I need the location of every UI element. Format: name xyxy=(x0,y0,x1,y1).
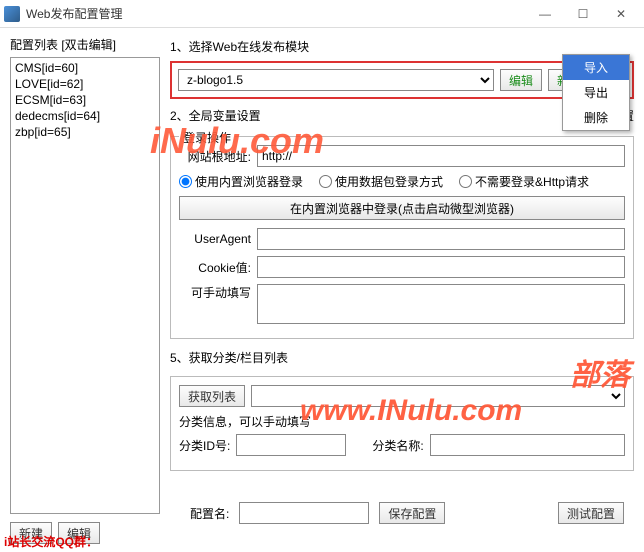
category-hint: 分类信息，可以手动填写 xyxy=(179,413,625,430)
config-name-input[interactable] xyxy=(239,502,369,524)
cookie-input[interactable] xyxy=(257,256,625,278)
login-fieldset: 登录操作 网站根地址: 使用内置浏览器登录 使用数据包登录方式 不需要登录&Ht… xyxy=(170,136,634,339)
url-label: 网站根地址: xyxy=(179,148,251,165)
section2-label: 2、全局变量设置 xyxy=(170,107,261,124)
list-item[interactable]: CMS[id=60] xyxy=(13,60,157,76)
context-menu: 导入 导出 删除 xyxy=(562,54,630,131)
titlebar: Web发布配置管理 — ☐ ✕ xyxy=(0,0,644,28)
login-legend: 登录操作 xyxy=(179,129,235,146)
login-mode-radios: 使用内置浏览器登录 使用数据包登录方式 不需要登录&Http请求 xyxy=(179,173,625,190)
useragent-input[interactable] xyxy=(257,228,625,250)
module-select[interactable]: z-blogo1.5 xyxy=(178,69,494,91)
get-list-button[interactable]: 获取列表 xyxy=(179,385,245,407)
maximize-button[interactable]: ☐ xyxy=(564,2,602,26)
module-edit-button[interactable]: 编辑 xyxy=(500,69,542,91)
manual-textarea[interactable] xyxy=(257,284,625,324)
list-item[interactable]: dedecms[id=64] xyxy=(13,108,157,124)
menu-delete[interactable]: 删除 xyxy=(563,105,629,130)
cat-name-input[interactable] xyxy=(430,434,625,456)
list-item[interactable]: LOVE[id=62] xyxy=(13,76,157,92)
list-item[interactable]: zbp[id=65] xyxy=(13,124,157,140)
cat-id-input[interactable] xyxy=(236,434,346,456)
useragent-label: UserAgent xyxy=(179,232,251,246)
cat-id-label: 分类ID号: xyxy=(179,437,230,454)
config-list-label: 配置列表 [双击编辑] xyxy=(10,36,160,53)
section5-label: 5、获取分类/栏目列表 xyxy=(170,349,634,366)
category-select[interactable] xyxy=(251,385,625,407)
category-fieldset: 获取列表 分类信息，可以手动填写 分类ID号: 分类名称: xyxy=(170,376,634,471)
footer-text: i站长交流QQ群： xyxy=(4,533,98,550)
menu-import[interactable]: 导入 xyxy=(563,55,629,80)
url-input[interactable] xyxy=(257,145,625,167)
app-icon xyxy=(4,6,20,22)
menu-export[interactable]: 导出 xyxy=(563,80,629,105)
open-browser-button[interactable]: 在内置浏览器中登录(点击启动微型浏览器) xyxy=(179,196,625,220)
close-button[interactable]: ✕ xyxy=(602,2,640,26)
test-config-button[interactable]: 测试配置 xyxy=(558,502,624,524)
manual-label: 可手动填写 xyxy=(179,284,251,301)
window-title: Web发布配置管理 xyxy=(26,5,526,22)
radio-nologin[interactable]: 不需要登录&Http请求 xyxy=(459,173,589,190)
radio-packet[interactable]: 使用数据包登录方式 xyxy=(319,173,443,190)
config-name-label: 配置名: xyxy=(190,505,229,522)
cat-name-label: 分类名称: xyxy=(372,437,423,454)
minimize-button[interactable]: — xyxy=(526,2,564,26)
radio-builtin[interactable]: 使用内置浏览器登录 xyxy=(179,173,303,190)
list-item[interactable]: ECSM[id=63] xyxy=(13,92,157,108)
save-config-button[interactable]: 保存配置 xyxy=(379,502,445,524)
cookie-label: Cookie值: xyxy=(179,259,251,276)
section1-label: 1、选择Web在线发布模块 xyxy=(170,38,634,55)
config-listbox[interactable]: CMS[id=60] LOVE[id=62] ECSM[id=63] dedec… xyxy=(10,57,160,514)
